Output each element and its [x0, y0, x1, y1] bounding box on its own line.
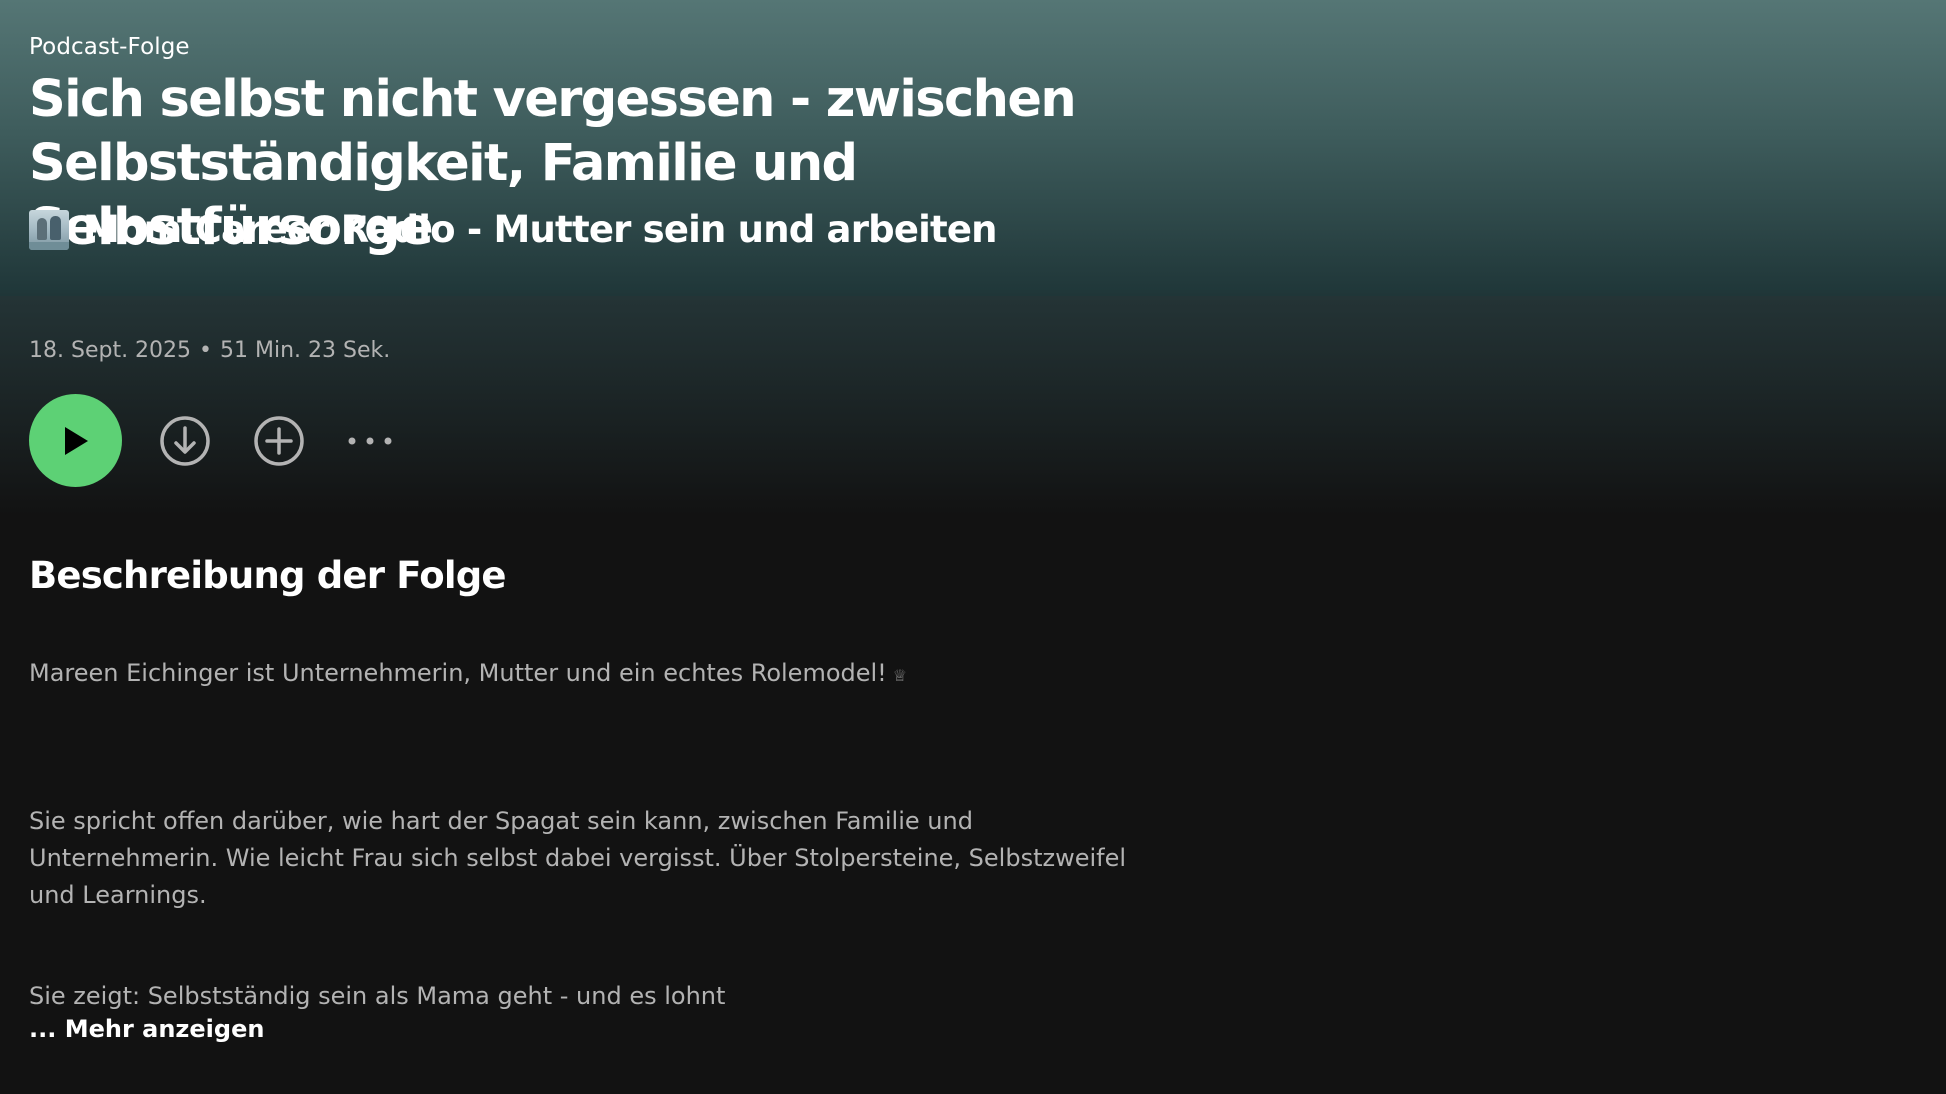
play-button[interactable]	[29, 394, 122, 487]
episode-type-label: Podcast-Folge	[29, 34, 190, 60]
show-link[interactable]: Mom.Career Radio - Mutter sein und arbei…	[29, 208, 998, 251]
show-name[interactable]: Mom.Career Radio - Mutter sein und arbei…	[83, 208, 998, 251]
description-paragraph-2: Sie spricht offen darüber, wie hart der …	[29, 807, 1127, 909]
more-options-icon	[348, 437, 392, 444]
download-button[interactable]	[159, 415, 211, 467]
episode-page: Podcast-Folge Sich selbst nicht vergesse…	[0, 0, 1946, 1094]
meta-separator: •	[199, 338, 213, 363]
description-heading: Beschreibung der Folge	[29, 554, 507, 597]
download-icon	[160, 415, 210, 466]
crown-icon: ♕	[892, 666, 908, 685]
add-icon	[254, 415, 304, 466]
episode-date: 18. Sept. 2025	[29, 338, 192, 363]
description-text-1: Mareen Eichinger ist Unternehmerin, Mutt…	[29, 659, 887, 687]
description-paragraph-3: Sie zeigt: Selbstständig sein als Mama g…	[29, 982, 726, 1010]
action-bar	[29, 394, 393, 487]
add-to-library-button[interactable]	[253, 415, 305, 467]
show-more-link[interactable]: ... Mehr anzeigen	[29, 1015, 264, 1043]
play-icon	[64, 426, 88, 455]
episode-meta: 18. Sept. 2025 • 51 Min. 23 Sek.	[29, 338, 390, 363]
more-options-button[interactable]	[347, 415, 393, 467]
episode-duration: 51 Min. 23 Sek.	[220, 338, 391, 363]
show-cover-image	[29, 209, 69, 250]
description-paragraph-1: Mareen Eichinger ist Unternehmerin, Mutt…	[29, 655, 1169, 694]
